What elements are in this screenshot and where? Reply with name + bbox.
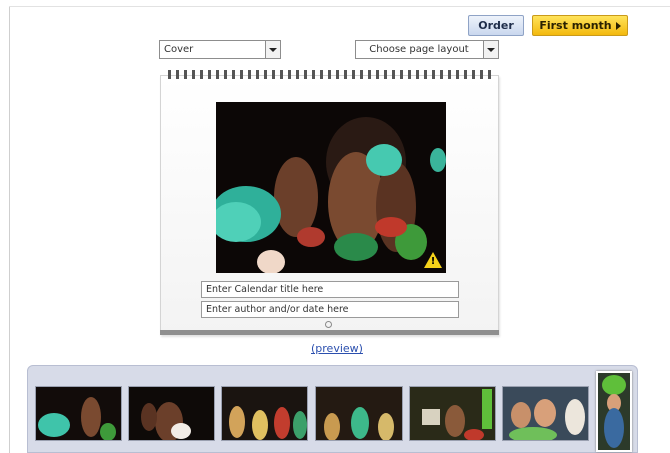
chevron-down-icon[interactable] xyxy=(265,41,280,58)
page-layout-select[interactable]: Choose page layout xyxy=(355,40,499,59)
calendar-author-input-value: Enter author and/or date here xyxy=(206,304,349,315)
calendar-spiral-binding xyxy=(168,70,493,79)
first-month-button[interactable]: First month xyxy=(532,15,628,36)
chevron-down-icon[interactable] xyxy=(483,41,498,58)
preview-link[interactable]: (preview) xyxy=(311,342,363,355)
page-select[interactable]: Cover xyxy=(159,40,281,59)
cover-photo-image xyxy=(216,102,446,273)
thumbnail[interactable] xyxy=(502,386,589,441)
warning-icon-mark: ! xyxy=(430,256,436,267)
thumbnail[interactable] xyxy=(409,386,496,441)
calendar-title-input-value: Enter Calendar title here xyxy=(206,284,324,295)
thumbnail-selected[interactable] xyxy=(596,371,632,452)
calendar-page-edge xyxy=(160,330,499,335)
calendar-cover-photo[interactable] xyxy=(216,102,446,273)
thumbnail-image xyxy=(316,387,402,440)
refresh-icon[interactable] xyxy=(325,321,332,328)
triangle-right-icon xyxy=(615,21,621,30)
order-button-label: Order xyxy=(478,19,514,32)
calendar-title-input[interactable]: Enter Calendar title here xyxy=(201,281,459,298)
calendar-author-input[interactable]: Enter author and/or date here xyxy=(201,301,459,318)
thumbnail[interactable] xyxy=(35,386,122,441)
thumbnail-image xyxy=(410,387,495,440)
thumbnail-image xyxy=(598,373,630,450)
thumbnail-image xyxy=(36,387,121,440)
thumbnail[interactable] xyxy=(315,386,403,441)
page-frame-left xyxy=(9,6,10,453)
thumbnail[interactable] xyxy=(221,386,308,441)
thumbnail-image xyxy=(129,387,214,440)
thumbnail-image xyxy=(222,387,307,440)
thumbnail[interactable] xyxy=(128,386,215,441)
page-select-value: Cover xyxy=(164,44,194,55)
page-layout-select-value: Choose page layout xyxy=(369,44,469,55)
page-frame-top xyxy=(9,6,670,7)
first-month-button-label: First month xyxy=(539,19,612,32)
thumbnail-image xyxy=(503,387,588,440)
order-button[interactable]: Order xyxy=(468,15,524,36)
